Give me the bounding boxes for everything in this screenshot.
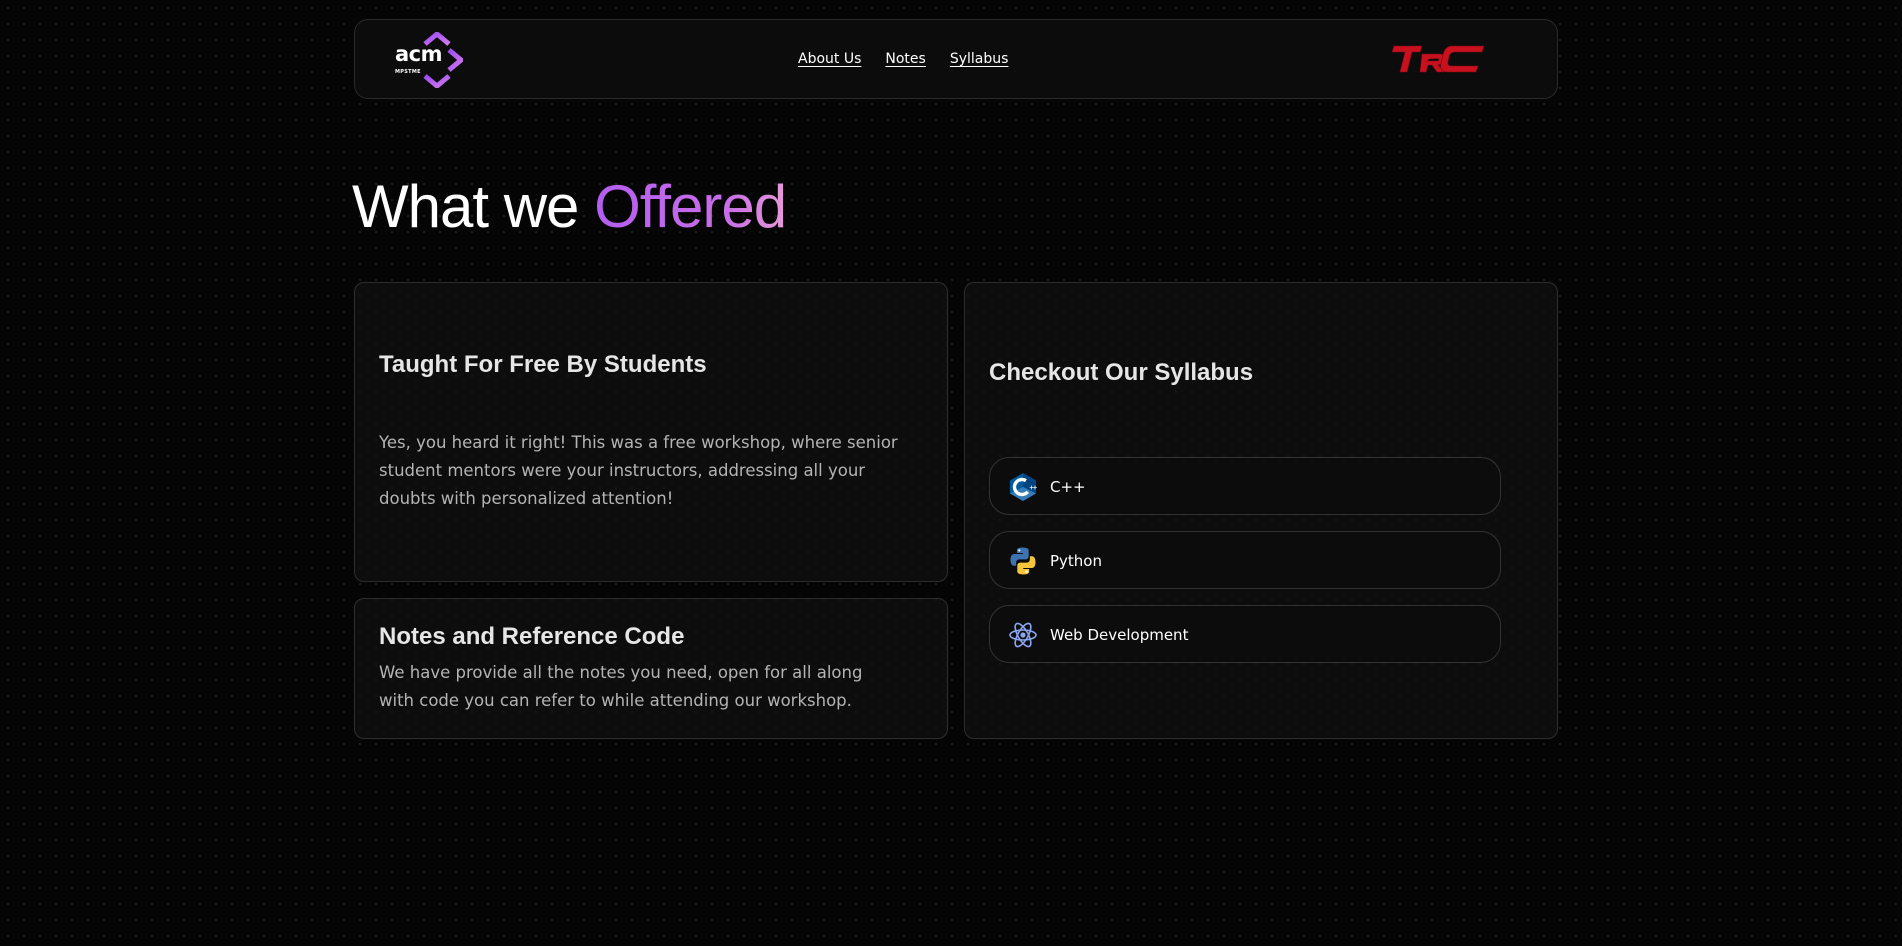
- syllabus-item-label: Web Development: [1050, 626, 1189, 644]
- syllabus-list: + + C++ Python Web Development: [989, 457, 1501, 679]
- syllabus-item-label: Python: [1050, 552, 1102, 570]
- nav-link-syllabus[interactable]: Syllabus: [950, 51, 1009, 67]
- svg-text:+: +: [1033, 485, 1038, 492]
- card-title: Checkout Our Syllabus: [989, 359, 1254, 386]
- card-taught-free: Taught For Free By Students Yes, you hea…: [354, 282, 948, 582]
- nav-links: About Us Notes Syllabus: [798, 51, 1008, 67]
- card-syllabus: Checkout Our Syllabus + + C++ Python Web…: [964, 282, 1558, 739]
- acm-logo-subtext: MPSTME: [395, 69, 421, 75]
- acm-logo[interactable]: acm MPSTME: [395, 32, 475, 88]
- nav-link-notes[interactable]: Notes: [885, 51, 925, 67]
- card-title: Taught For Free By Students: [379, 351, 707, 378]
- card-description: Yes, you heard it right! This was a free…: [379, 433, 898, 508]
- syllabus-item-web-development[interactable]: Web Development: [989, 605, 1501, 663]
- navbar: acm MPSTME About Us Notes Syllabus: [354, 19, 1558, 99]
- nav-link-about-us[interactable]: About Us: [798, 51, 861, 67]
- python-icon: [1008, 546, 1038, 576]
- trc-logo-icon: [1391, 45, 1485, 73]
- syllabus-item-label: C++: [1050, 478, 1086, 496]
- syllabus-item-cpp[interactable]: + + C++: [989, 457, 1501, 515]
- card-title: Notes and Reference Code: [379, 623, 685, 650]
- trc-logo[interactable]: [1391, 42, 1485, 76]
- react-icon: [1008, 620, 1038, 650]
- card-description: We have provide all the notes you need, …: [379, 663, 863, 710]
- acm-logo-text: acm: [395, 42, 443, 66]
- card-notes-reference: Notes and Reference Code We have provide…: [354, 598, 948, 739]
- cpp-icon: + +: [1008, 472, 1038, 502]
- page-title-prefix: What we: [352, 173, 595, 240]
- syllabus-item-python[interactable]: Python: [989, 531, 1501, 589]
- page-title: What we Offered: [352, 172, 787, 241]
- page-title-accent: Offered: [594, 173, 787, 240]
